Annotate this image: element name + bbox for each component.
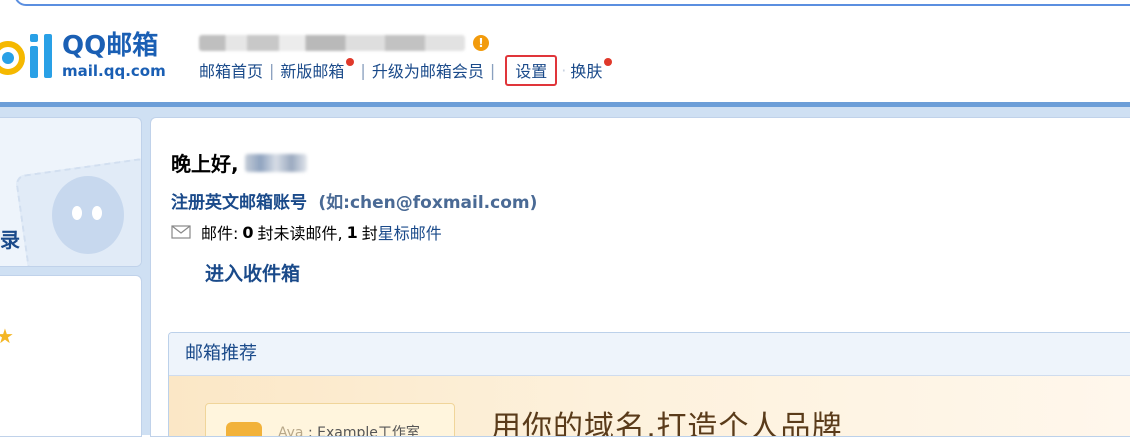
unread-count: 0	[242, 222, 254, 242]
sidebar-card-2: ★	[0, 275, 142, 437]
nav-settings[interactable]: 设置	[505, 54, 558, 86]
nav-separator: |	[360, 60, 366, 80]
unread-suffix: 封未读邮件,	[257, 224, 343, 243]
recommend-panel: 邮箱推荐 Aya : Example工作室 用你的域名,打造个人品牌	[168, 332, 1130, 437]
nav-mail-home[interactable]: 邮箱首页	[199, 58, 263, 82]
new-mail-badge-dot	[346, 58, 355, 66]
domain-card-studio: : Example工作室	[307, 425, 420, 437]
penguin-icon	[52, 176, 124, 254]
greeting: 晚上好,	[171, 148, 307, 177]
qq-mail-logo-icon[interactable]	[0, 30, 56, 82]
mail-summary: 邮件: 0 封未读邮件, 1 封 星标邮件	[171, 220, 442, 244]
star-mid: 封	[361, 224, 378, 243]
account-email-blurred	[199, 35, 465, 51]
user-name-blurred	[244, 153, 307, 172]
nav-skin[interactable]: 换肤	[570, 58, 602, 82]
nav-new-mail[interactable]: 新版邮箱	[280, 58, 344, 82]
warning-icon[interactable]: !	[473, 35, 489, 51]
skin-badge-dot	[604, 58, 613, 66]
logo-text[interactable]: QQ邮箱 mail.qq.com	[62, 32, 166, 80]
nav-separator: |	[269, 60, 275, 80]
top-nav: 邮箱首页 | 新版邮箱 | 升级为邮箱会员 | 设置 · 换肤	[199, 54, 613, 86]
header: QQ邮箱 mail.qq.com ! 邮箱首页 | 新版邮箱 | 升级为邮箱会员…	[0, 0, 1130, 104]
starred-mail-link[interactable]: 星标邮件	[378, 220, 442, 244]
domain-card-name: Aya	[278, 425, 304, 437]
star-count: 1	[346, 222, 358, 242]
enter-inbox-link[interactable]: 进入收件箱	[205, 259, 300, 286]
logo-subtitle: mail.qq.com	[62, 62, 166, 80]
sidebar-card-contacts[interactable]: 录	[0, 117, 142, 267]
register-english-account-link[interactable]: 注册英文邮箱账号	[171, 193, 307, 213]
register-english-account: 注册英文邮箱账号 (如:chen@foxmail.com)	[171, 188, 537, 213]
nav-upgrade-vip[interactable]: 升级为邮箱会员	[372, 58, 484, 82]
logo-title: QQ邮箱	[62, 31, 159, 61]
browser-top-edge	[0, 0, 1130, 6]
star-icon[interactable]: ★	[0, 324, 14, 348]
mail-prefix: 邮件:	[201, 224, 239, 243]
envelope-icon	[171, 225, 191, 239]
recommend-title: 邮箱推荐	[169, 333, 1130, 376]
greeting-text: 晚上好,	[171, 152, 239, 176]
promo-headline: 用你的域名,打造个人品牌	[491, 410, 843, 437]
register-example: (如:chen@foxmail.com)	[318, 193, 538, 213]
nav-separator: |	[489, 60, 496, 80]
recommend-banner[interactable]: Aya : Example工作室 用你的域名,打造个人品牌	[169, 376, 1130, 436]
sidebar-card-label: 录	[0, 228, 20, 252]
domain-card-preview: Aya : Example工作室	[205, 403, 455, 437]
user-account-line: !	[199, 33, 489, 53]
nav-separator: ·	[561, 60, 567, 80]
